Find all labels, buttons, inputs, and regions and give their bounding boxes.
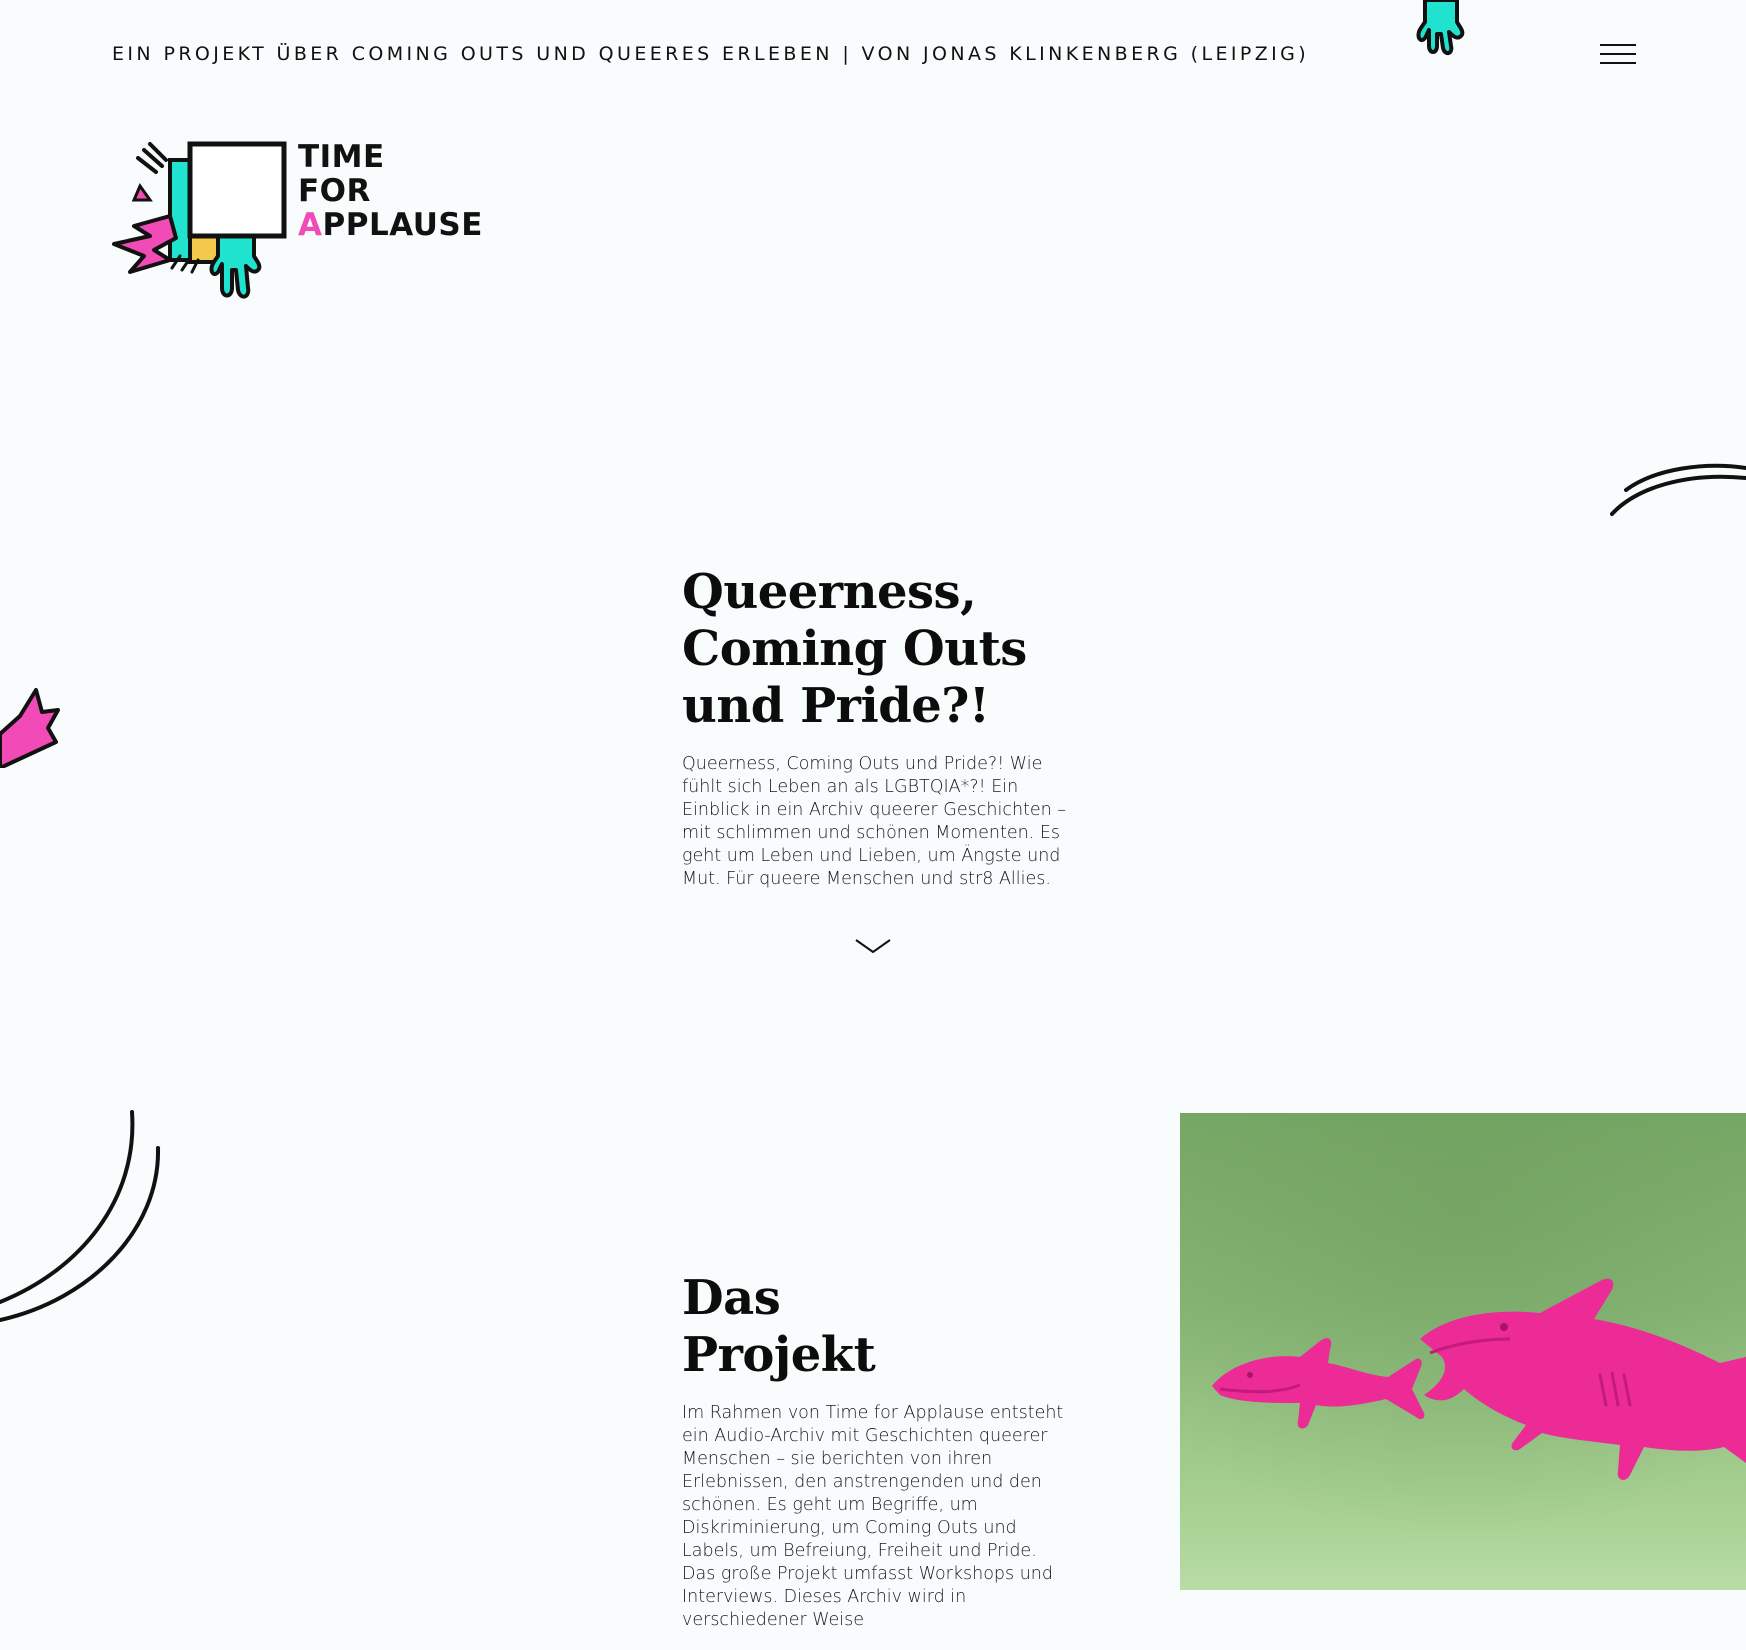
site-logo[interactable]: TIME FOR APPLAUSE — [110, 138, 483, 303]
hero-title: Queerness, Coming Outs und Pride?! — [682, 564, 1082, 735]
site-tagline: EIN PROJEKT ÜBER COMING OUTS UND QUEERES… — [112, 43, 1310, 65]
hero-title-line: Queerness, — [682, 564, 977, 620]
logo-applause-rest: PPLAUSE — [322, 207, 483, 243]
project-title: Das Projekt — [682, 1270, 1082, 1384]
logo-wordmark: TIME FOR APPLAUSE — [298, 140, 483, 242]
pink-sharks-photo — [1180, 1113, 1746, 1590]
hand-decoration-icon — [1416, 0, 1465, 55]
project-title-line: Projekt — [682, 1327, 876, 1383]
hero-title-line: und Pride?! — [682, 678, 990, 734]
logo-line-for: FOR — [298, 173, 371, 209]
hero-intro-text: Queerness, Coming Outs und Pride?! Wie f… — [682, 754, 1067, 889]
menu-bar — [1600, 62, 1636, 64]
hero-title-line: Coming Outs — [682, 621, 1027, 677]
menu-bar — [1600, 53, 1636, 55]
logo-triangle-letter: A — [298, 207, 323, 243]
logo-mark-icon — [112, 141, 287, 299]
arc-decoration-icon — [0, 1110, 161, 1322]
logo-line-applause: APPLAUSE — [298, 208, 483, 242]
menu-button[interactable] — [1600, 44, 1636, 66]
shark-figures-image — [1180, 1113, 1746, 1590]
project-section: Das Projekt Im Rahmen von Time for Appla… — [682, 1270, 1082, 1650]
hero-section: Queerness, Coming Outs und Pride?! Queer… — [682, 564, 1082, 909]
menu-bar — [1600, 44, 1636, 46]
project-title-line: Das — [682, 1270, 781, 1326]
lightning-decoration-icon — [0, 688, 60, 768]
logo-line-time: TIME — [298, 139, 385, 175]
arc-decoration-icon — [1610, 463, 1746, 516]
chevron-down-icon[interactable] — [855, 938, 891, 956]
